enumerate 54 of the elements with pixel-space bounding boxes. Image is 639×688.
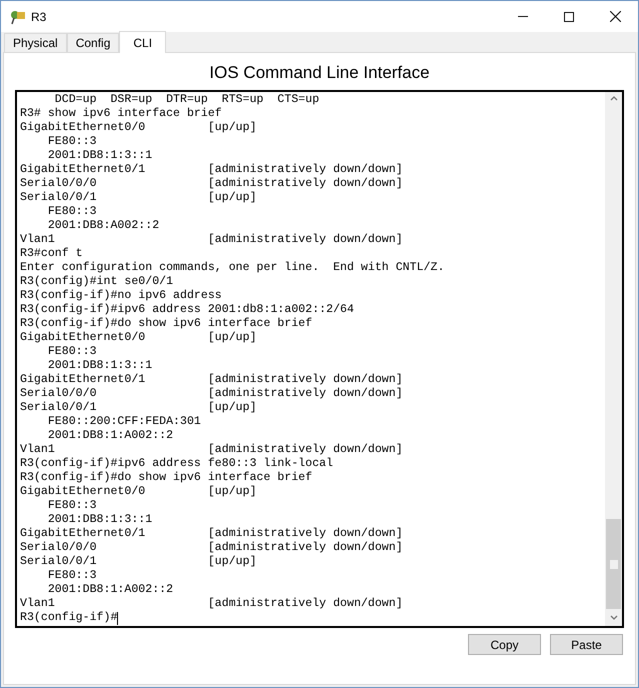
terminal-line: R3(config-if)# [20, 611, 118, 625]
scroll-down-icon [610, 615, 618, 620]
terminal-line: R3(config-if)#ipv6 address 2001:db8:1:a002::2/64 [20, 303, 354, 317]
terminal-line: GigabitEthernet0/1 [administratively down/down] [20, 373, 403, 387]
terminal-line: 2001:DB8:1:3::1 [46, 149, 152, 163]
window-title: R3 [31, 8, 46, 26]
terminal-line: R3(config)#int se0/0/1 [20, 275, 174, 289]
terminal-line: Enter configuration commands, one per line. End with CNTL/Z. [20, 261, 444, 275]
terminal-line: Serial0/0/0 [administratively down/down] [20, 177, 403, 191]
terminal-line: FE80::3 [46, 205, 97, 219]
terminal-line: FE80::3 [46, 569, 97, 583]
action-button[interactable]: Copy [468, 634, 541, 655]
scrollbar[interactable] [605, 92, 622, 626]
terminal[interactable] [15, 90, 624, 628]
terminal-line: FE80::3 [46, 499, 97, 513]
terminal-line: DCD=up DSR=up DTR=up RTS=up CTS=up [54, 93, 320, 107]
terminal-line: R3(config-if)#do show ipv6 interface brief [20, 317, 312, 331]
terminal-line: Serial0/0/0 [administratively down/down] [20, 541, 403, 555]
terminal-line: 2001:DB8:1:3::1 [46, 513, 152, 527]
scroll-thumb[interactable] [606, 519, 621, 609]
terminal-line: Serial0/0/1 [up/up] [20, 191, 257, 205]
terminal-line: R3(config-if)#ipv6 address fe80::3 link-local [20, 457, 334, 471]
terminal-line: R3#conf t [20, 247, 83, 261]
terminal-line: Serial0/0/0 [administratively down/down] [20, 387, 403, 401]
terminal-line: GigabitEthernet0/1 [administratively down/down] [20, 163, 403, 177]
terminal-line: R3(config-if)#no ipv6 address [20, 289, 222, 303]
terminal-line: GigabitEthernet0/0 [up/up] [20, 331, 257, 345]
terminal-line: Serial0/0/1 [up/up] [20, 401, 257, 415]
terminal-line: 2001:DB8:1:3::1 [46, 359, 152, 373]
minimize-icon [518, 16, 528, 17]
terminal-line: FE80::200:CFF:FEDA:301 [46, 415, 201, 429]
panel-heading: IOS Command Line Interface [209, 62, 430, 84]
tab[interactable]: CLI [119, 31, 166, 53]
terminal-line: R3# show ipv6 interface brief [20, 107, 222, 121]
terminal-line: GigabitEthernet0/0 [up/up] [20, 485, 257, 499]
terminal-line: 2001:DB8:A002::2 [46, 219, 160, 233]
scroll-up-icon [610, 96, 618, 101]
terminal-line: 2001:DB8:1:A002::2 [46, 429, 174, 443]
terminal-line: R3(config-if)#do show ipv6 interface brief [20, 471, 312, 485]
terminal-line: GigabitEthernet0/1 [administratively down/down] [20, 527, 403, 541]
terminal-line: GigabitEthernet0/0 [up/up] [20, 121, 257, 135]
tab[interactable]: Physical [4, 33, 67, 52]
maximize-icon [564, 12, 574, 22]
tab[interactable]: Config [66, 33, 120, 52]
terminal-line: Vlan1 [administratively down/down] [20, 233, 403, 247]
terminal-line: FE80::3 [46, 135, 97, 149]
action-button[interactable]: Paste [550, 634, 623, 655]
terminal-line: Serial0/0/1 [up/up] [20, 555, 257, 569]
terminal-line: FE80::3 [46, 345, 97, 359]
terminal-line: 2001:DB8:1:A002::2 [46, 583, 174, 597]
text-cursor [117, 612, 118, 624]
terminal-line: Vlan1 [administratively down/down] [20, 443, 403, 457]
close-icon [610, 11, 620, 22]
terminal-line: Vlan1 [administratively down/down] [20, 597, 403, 611]
